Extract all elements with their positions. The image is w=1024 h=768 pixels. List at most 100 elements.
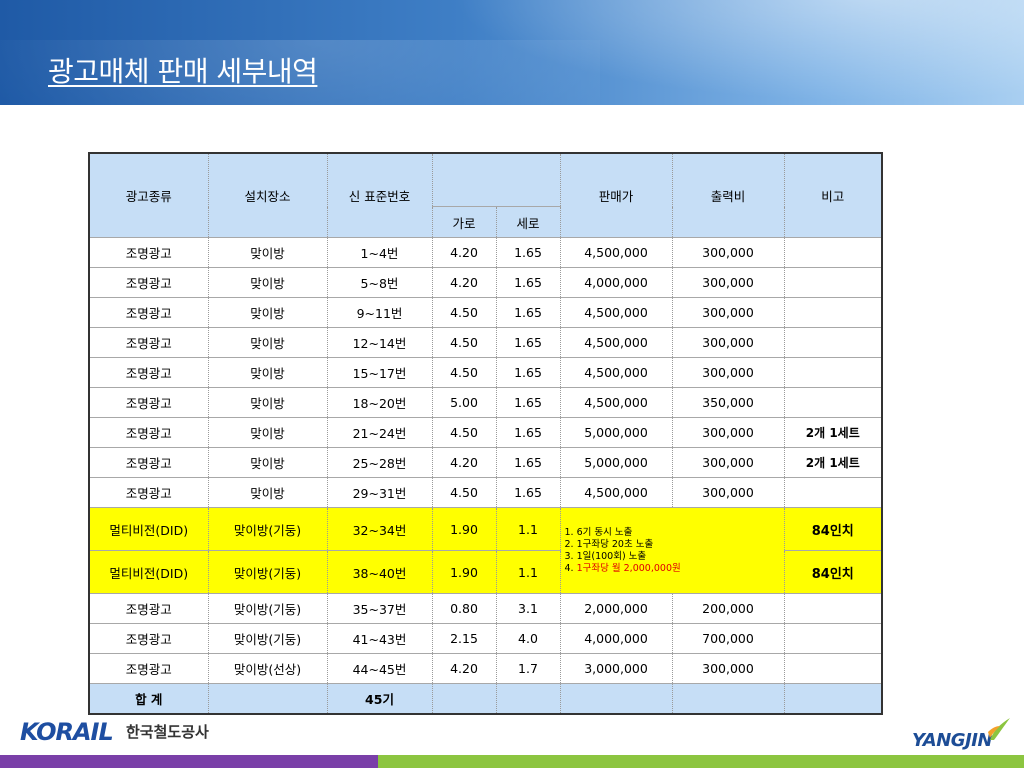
cell-print-cost: 300,000 <box>671 267 785 298</box>
did-note-line-1: 1. 6기 동시 노출 <box>564 526 633 538</box>
cell-print-cost: 300,000 <box>671 327 785 358</box>
cell-price: 4,000,000 <box>559 267 673 298</box>
cell-print-cost: 300,000 <box>671 417 785 448</box>
cell-print-cost: 700,000 <box>671 623 785 654</box>
cell-number: 41~43번 <box>326 623 433 654</box>
cell-number: 1~4번 <box>326 237 433 268</box>
cell-location: 맞이방 <box>207 237 328 268</box>
cell-location: 맞이방 <box>207 327 328 358</box>
col-header-print-cost: 출력비 <box>671 153 785 238</box>
cell-number: 29~31번 <box>326 477 433 508</box>
cell-location: 맞이방 <box>207 477 328 508</box>
cell-location: 맞이방(기둥) <box>207 507 328 551</box>
cell-number: 18~20번 <box>326 387 433 418</box>
cell-location: 맞이방 <box>207 357 328 388</box>
cell-remark <box>783 327 883 358</box>
cell-height: 1.65 <box>495 327 561 358</box>
total-empty <box>431 683 497 715</box>
cell-print-cost: 300,000 <box>671 297 785 328</box>
cell-price: 4,500,000 <box>559 387 673 418</box>
table-row: 조명광고 맞이방 29~31번 4.50 1.65 4,500,000 300,… <box>88 477 883 508</box>
table-row: 조명광고 맞이방 1~4번 4.20 1.65 4,500,000 300,00… <box>88 237 883 268</box>
cell-remark <box>783 653 883 684</box>
table-row: 조명광고 맞이방 18~20번 5.00 1.65 4,500,000 350,… <box>88 387 883 418</box>
table-row: 조명광고 맞이방(선상) 44~45번 4.20 1.7 3,000,000 3… <box>88 653 883 684</box>
did-note-line-4-prefix: 4. <box>564 562 577 574</box>
yangjin-leaf-icon <box>988 718 1010 740</box>
cell-remark <box>783 297 883 328</box>
header-row: 광고종류 설치장소 신 표준번호 판매가 출력비 비고 <box>88 153 883 238</box>
table-row: 조명광고 맞이방(기둥) 35~37번 0.80 3.1 2,000,000 2… <box>88 593 883 624</box>
cell-remark: 84인치 <box>783 550 883 594</box>
cell-location: 맞이방 <box>207 267 328 298</box>
cell-number: 12~14번 <box>326 327 433 358</box>
cell-type: 조명광고 <box>88 447 209 478</box>
did-note-line-2: 2. 1구좌당 20초 노출 <box>564 538 654 550</box>
cell-remark: 2개 1세트 <box>783 417 883 448</box>
cell-type: 조명광고 <box>88 387 209 418</box>
korail-logo-text: KORAIL <box>20 718 114 746</box>
cell-height: 1.1 <box>495 507 561 551</box>
col-header-location: 설치장소 <box>207 153 328 238</box>
cell-width: 2.15 <box>431 623 497 654</box>
cell-number: 21~24번 <box>326 417 433 448</box>
cell-height: 1.65 <box>495 297 561 328</box>
col-header-number: 신 표준번호 <box>326 153 433 238</box>
did-note: 1. 6기 동시 노출 2. 1구좌당 20초 노출 3. 1일(100회) 노… <box>559 507 785 594</box>
cell-print-cost: 350,000 <box>671 387 785 418</box>
cell-price: 4,500,000 <box>559 357 673 388</box>
footer-bar-green <box>378 755 1024 768</box>
cell-price: 4,500,000 <box>559 477 673 508</box>
cell-location: 맞이방 <box>207 417 328 448</box>
cell-remark <box>783 477 883 508</box>
cell-height: 1.65 <box>495 237 561 268</box>
cell-height: 1.65 <box>495 447 561 478</box>
cell-type: 조명광고 <box>88 477 209 508</box>
cell-width: 4.20 <box>431 267 497 298</box>
col-header-remark: 비고 <box>783 153 883 238</box>
cell-price: 4,000,000 <box>559 623 673 654</box>
cell-type: 멀티비전(DID) <box>88 550 209 594</box>
total-empty <box>207 683 328 715</box>
did-note-line-3: 3. 1일(100회) 노출 <box>564 550 647 562</box>
cell-price: 4,500,000 <box>559 327 673 358</box>
page-title: 광고매체 판매 세부내역 <box>48 55 318 88</box>
cell-price: 4,500,000 <box>559 237 673 268</box>
cell-remark <box>783 237 883 268</box>
col-header-type: 광고종류 <box>88 153 209 238</box>
col-header-price: 판매가 <box>559 153 673 238</box>
cell-print-cost: 300,000 <box>671 447 785 478</box>
cell-type: 조명광고 <box>88 327 209 358</box>
table-row: 조명광고 맞이방 12~14번 4.50 1.65 4,500,000 300,… <box>88 327 883 358</box>
cell-print-cost: 200,000 <box>671 593 785 624</box>
cell-width: 4.50 <box>431 417 497 448</box>
cell-number: 35~37번 <box>326 593 433 624</box>
cell-type: 조명광고 <box>88 237 209 268</box>
cell-number: 44~45번 <box>326 653 433 684</box>
table-row: 조명광고 맞이방 21~24번 4.50 1.65 5,000,000 300,… <box>88 417 883 448</box>
cell-width: 0.80 <box>431 593 497 624</box>
cell-price: 3,000,000 <box>559 653 673 684</box>
cell-type: 조명광고 <box>88 623 209 654</box>
table-row: 조명광고 맞이방 15~17번 4.50 1.65 4,500,000 300,… <box>88 357 883 388</box>
total-empty <box>783 683 883 715</box>
cell-height: 4.0 <box>495 623 561 654</box>
cell-remark <box>783 387 883 418</box>
cell-location: 맞이방 <box>207 297 328 328</box>
cell-price: 5,000,000 <box>559 447 673 478</box>
cell-width: 4.50 <box>431 297 497 328</box>
table-row: 조명광고 맞이방 5~8번 4.20 1.65 4,000,000 300,00… <box>88 267 883 298</box>
cell-location: 맞이방 <box>207 447 328 478</box>
total-row: 합 계 45기 <box>88 683 883 715</box>
total-count: 45기 <box>326 683 433 715</box>
cell-type: 조명광고 <box>88 653 209 684</box>
cell-type: 조명광고 <box>88 267 209 298</box>
total-empty <box>671 683 785 715</box>
cell-number: 38~40번 <box>326 550 433 594</box>
cell-number: 5~8번 <box>326 267 433 298</box>
cell-location: 맞이방(선상) <box>207 653 328 684</box>
cell-remark <box>783 593 883 624</box>
cell-width: 4.50 <box>431 327 497 358</box>
yangjin-logo: YANGJIN <box>912 730 993 751</box>
col-header-height: 세로 <box>495 206 561 238</box>
